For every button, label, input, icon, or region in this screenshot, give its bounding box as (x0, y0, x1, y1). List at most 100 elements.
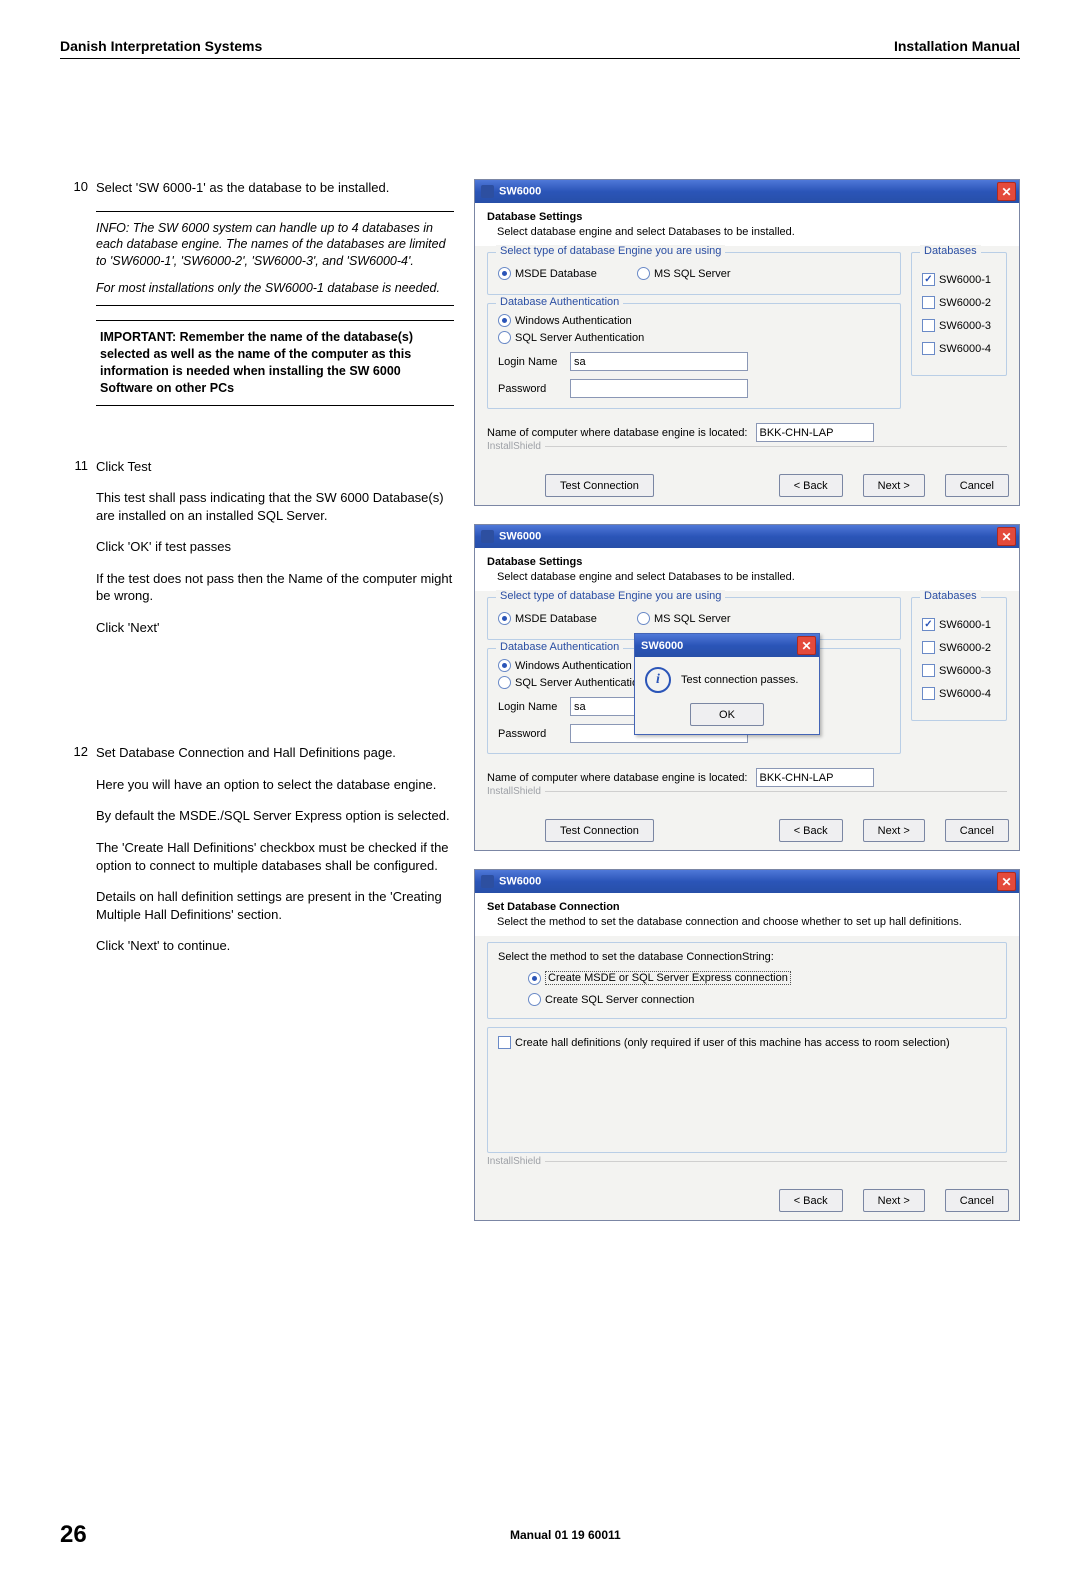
chk-db-3[interactable]: SW6000-3 (922, 319, 996, 332)
auth-legend: Database Authentication (496, 296, 623, 308)
login-label: Login Name (498, 701, 560, 713)
installshield-label: InstallShield (487, 446, 1007, 460)
checkbox-icon (922, 342, 935, 355)
checkbox-icon (922, 618, 935, 631)
engine-legend: Select type of database Engine you are u… (496, 590, 725, 602)
radio-msde[interactable]: MSDE Database (498, 267, 597, 280)
login-input[interactable] (570, 352, 748, 371)
step-12-p6: Click 'Next' to continue. (96, 937, 454, 955)
chk-hall-definitions[interactable]: Create hall definitions (only required i… (498, 1036, 996, 1049)
radio-icon (528, 993, 541, 1006)
computer-input[interactable] (756, 423, 874, 442)
app-icon (481, 185, 494, 198)
dlg2-titlebar[interactable]: SW6000 ✕ (475, 525, 1019, 548)
chk-db-2[interactable]: SW6000-2 (922, 296, 996, 309)
page-footer: 26 Manual 01 19 60011 (60, 1519, 1020, 1551)
step-12-p1: Set Database Connection and Hall Definit… (96, 744, 454, 762)
computer-input[interactable] (756, 768, 874, 787)
test-connection-button[interactable]: Test Connection (545, 474, 654, 497)
test-connection-button[interactable]: Test Connection (545, 819, 654, 842)
conn-method-frame: Select the method to set the database Co… (487, 942, 1007, 1019)
page-number: 26 (60, 1519, 93, 1551)
close-icon[interactable]: ✕ (797, 636, 816, 655)
step-12-p3: By default the MSDE./SQL Server Express … (96, 807, 454, 825)
app-icon (481, 530, 494, 543)
back-button[interactable]: < Back (779, 474, 843, 497)
close-icon[interactable]: ✕ (997, 182, 1016, 201)
checkbox-icon (922, 687, 935, 700)
step-12-p2: Here you will have an option to select t… (96, 776, 454, 794)
radio-win-auth[interactable]: Windows Authentication (498, 314, 890, 327)
dlg3-titlebar[interactable]: SW6000 ✕ (475, 870, 1019, 893)
step-10-info: INFO: The SW 6000 system can handle up t… (96, 211, 454, 307)
radio-mssql[interactable]: MS SQL Server (637, 267, 731, 280)
radio-icon (528, 972, 541, 985)
chk-db-2[interactable]: SW6000-2 (922, 641, 996, 654)
header-left: Danish Interpretation Systems (60, 38, 262, 54)
dialog-set-db-connection: SW6000 ✕ Set Database Connection Select … (474, 869, 1020, 1221)
checkbox-icon (922, 641, 935, 654)
password-input[interactable] (570, 379, 748, 398)
close-icon[interactable]: ✕ (997, 527, 1016, 546)
chk-db-3[interactable]: SW6000-3 (922, 664, 996, 677)
radio-sql-auth[interactable]: SQL Server Authentication (498, 331, 890, 344)
radio-msde-conn[interactable]: Create MSDE or SQL Server Express connec… (528, 971, 996, 985)
password-label: Password (498, 383, 560, 395)
chk-db-4[interactable]: SW6000-4 (922, 687, 996, 700)
dialog-db-settings-2: SW6000 ✕ Database Settings Select databa… (474, 524, 1020, 851)
step-11-p1: Click Test (96, 458, 454, 476)
manual-id: Manual 01 19 60011 (111, 1528, 1020, 1542)
cancel-button[interactable]: Cancel (945, 1189, 1009, 1212)
db-legend: Databases (920, 245, 981, 257)
msg-titlebar[interactable]: SW6000 ✕ (635, 634, 819, 657)
radio-sqlserver-conn[interactable]: Create SQL Server connection (528, 993, 996, 1006)
radio-icon (498, 314, 511, 327)
next-button[interactable]: Next > (863, 474, 925, 497)
hall-defs-frame: Create hall definitions (only required i… (487, 1027, 1007, 1153)
next-button[interactable]: Next > (863, 819, 925, 842)
cancel-button[interactable]: Cancel (945, 819, 1009, 842)
dialog-db-settings-1: SW6000 ✕ Database Settings Select databa… (474, 179, 1020, 506)
conn-method-label: Select the method to set the database Co… (498, 951, 996, 963)
chk-db-1[interactable]: SW6000-1 (922, 618, 996, 631)
radio-icon (498, 612, 511, 625)
chk-db-4[interactable]: SW6000-4 (922, 342, 996, 355)
ok-button[interactable]: OK (690, 703, 764, 726)
step-11: 11 Click Test This test shall pass indic… (60, 458, 454, 651)
back-button[interactable]: < Back (779, 1189, 843, 1212)
step-11-number: 11 (60, 458, 96, 651)
dlg1-sub: Select database engine and select Databa… (497, 226, 1007, 238)
radio-mssql[interactable]: MS SQL Server (637, 612, 731, 625)
step-12-number: 12 (60, 744, 96, 968)
auth-fieldset: Database Authentication Windows Authenti… (487, 303, 901, 409)
close-icon[interactable]: ✕ (997, 872, 1016, 891)
dlg2-sub: Select database engine and select Databa… (497, 571, 1007, 583)
step-10-number: 10 (60, 179, 96, 420)
step-11-p5: Click 'Next' (96, 619, 454, 637)
radio-icon (637, 267, 650, 280)
dlg3-title: SW6000 (499, 876, 541, 888)
header-right: Installation Manual (894, 38, 1020, 54)
chk-db-1[interactable]: SW6000-1 (922, 273, 996, 286)
next-button[interactable]: Next > (863, 1189, 925, 1212)
step-10-important: IMPORTANT: Remember the name of the data… (96, 320, 454, 406)
login-label: Login Name (498, 356, 560, 368)
installshield-label: InstallShield (487, 791, 1007, 805)
msg-title: SW6000 (641, 640, 683, 652)
dlg1-title: SW6000 (499, 186, 541, 198)
auth-legend: Database Authentication (496, 641, 623, 653)
step-10: 10 Select 'SW 6000-1' as the database to… (60, 179, 454, 420)
cancel-button[interactable]: Cancel (945, 474, 1009, 497)
radio-icon (498, 267, 511, 280)
dlg1-titlebar[interactable]: SW6000 ✕ (475, 180, 1019, 203)
radio-icon (498, 331, 511, 344)
step-10-info1: INFO: The SW 6000 system can handle up t… (96, 220, 454, 271)
step-12: 12 Set Database Connection and Hall Defi… (60, 744, 454, 968)
msg-text: Test connection passes. (681, 674, 798, 686)
installshield-label: InstallShield (487, 1161, 1007, 1175)
back-button[interactable]: < Back (779, 819, 843, 842)
step-10-info2: For most installations only the SW6000-1… (96, 280, 454, 297)
radio-icon (637, 612, 650, 625)
engine-fieldset: Select type of database Engine you are u… (487, 252, 901, 295)
radio-msde[interactable]: MSDE Database (498, 612, 597, 625)
